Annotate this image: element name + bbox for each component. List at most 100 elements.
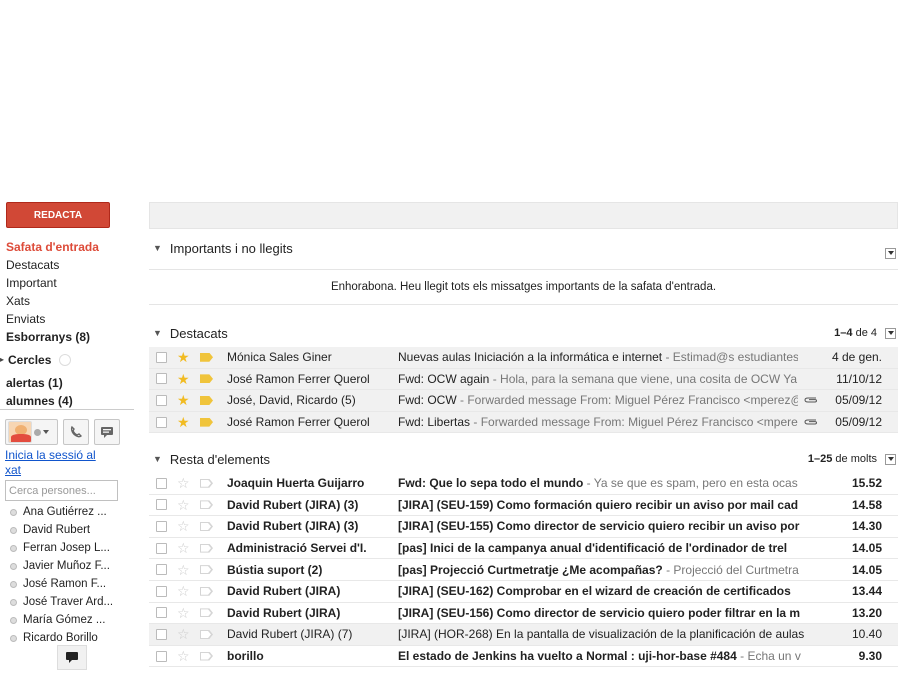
- message-sender: José, David, Ricardo (5): [227, 393, 356, 408]
- important-marker-icon[interactable]: [200, 651, 213, 661]
- table-row[interactable]: ☆ David Rubert (JIRA) (7) [JIRA] (HOR-26…: [149, 624, 898, 646]
- contact-item[interactable]: Ana Gutiérrez ...: [10, 503, 135, 521]
- video-chat-button[interactable]: [94, 419, 120, 445]
- search-people-input[interactable]: [5, 480, 118, 501]
- table-row[interactable]: ★ Mónica Sales Giner Nuevas aulas Inicia…: [149, 347, 898, 369]
- phone-call-button[interactable]: [63, 419, 89, 445]
- table-row[interactable]: ☆ borillo El estado de Jenkins ha vuelto…: [149, 645, 898, 668]
- star-icon[interactable]: ☆: [177, 584, 191, 598]
- table-row[interactable]: ☆ Bústia suport (2) [pas] Projecció Curt…: [149, 559, 898, 581]
- message-date: 14.58: [851, 497, 882, 512]
- row-checkbox[interactable]: [156, 650, 167, 662]
- nav-item-chats[interactable]: Xats: [6, 292, 141, 310]
- table-row[interactable]: ☆ David Rubert (JIRA) [JIRA] (SEU-156) C…: [149, 602, 898, 625]
- message-sender: borillo: [227, 649, 264, 664]
- row-checkbox[interactable]: [156, 520, 167, 532]
- important-marker-icon[interactable]: [200, 608, 213, 618]
- nav-item-important[interactable]: Important: [6, 274, 141, 292]
- nav-item-inbox[interactable]: Safata d'entrada: [6, 238, 141, 256]
- message-sender: Administració Servei d'I.: [227, 541, 367, 556]
- contact-item[interactable]: José Ramon F...: [10, 575, 135, 593]
- table-row[interactable]: ★ José, David, Ricardo (5) Fwd: OCW - Fo…: [149, 390, 898, 412]
- row-checkbox[interactable]: [156, 394, 167, 406]
- section-options-button[interactable]: [885, 247, 896, 259]
- row-checkbox[interactable]: [156, 607, 167, 619]
- label-item-alumnes[interactable]: alumnes (4): [6, 392, 73, 410]
- important-marker-icon[interactable]: [200, 417, 213, 427]
- table-row[interactable]: ☆ David Rubert (JIRA) (3) [JIRA] (SEU-15…: [149, 516, 898, 538]
- message-subject: [pas] Inici de la campanya anual d'ident…: [398, 541, 788, 556]
- row-checkbox[interactable]: [156, 351, 167, 363]
- contact-item[interactable]: Javier Muñoz F...: [10, 557, 135, 575]
- nav-item-sent[interactable]: Enviats: [6, 310, 141, 328]
- table-row[interactable]: ★ José Ramon Ferrer Querol Fwd: OCW agai…: [149, 368, 898, 391]
- important-marker-icon[interactable]: [200, 629, 213, 639]
- table-row[interactable]: ☆ Joaquin Huerta Guijarro Fwd: Que lo se…: [149, 473, 898, 495]
- row-checkbox[interactable]: [156, 477, 167, 489]
- row-checkbox[interactable]: [156, 373, 167, 385]
- table-row[interactable]: ☆ David Rubert (JIRA) [JIRA] (SEU-162) C…: [149, 580, 898, 603]
- section-important-header[interactable]: ▼ Importants i no llegits: [149, 236, 898, 260]
- nav-item-starred[interactable]: Destacats: [6, 256, 141, 274]
- row-checkbox[interactable]: [156, 499, 167, 511]
- row-checkbox[interactable]: [156, 628, 167, 640]
- important-marker-icon[interactable]: [200, 500, 213, 510]
- star-icon[interactable]: ☆: [177, 541, 191, 555]
- sidebar-nav: Safata d'entrada Destacats Important Xat…: [6, 238, 141, 346]
- row-checkbox[interactable]: [156, 542, 167, 554]
- label-item-alertas[interactable]: alertas (1): [6, 374, 73, 392]
- row-checkbox[interactable]: [156, 564, 167, 576]
- offline-status-icon: [10, 526, 17, 534]
- section-starred-header[interactable]: ▼ Destacats 1–4 de 4: [149, 321, 898, 345]
- chat-status-button[interactable]: [5, 419, 58, 445]
- star-icon[interactable]: ☆: [177, 498, 191, 512]
- section-options-button[interactable]: [885, 327, 896, 339]
- count-range: 1–4: [834, 327, 853, 339]
- offline-status-icon: [10, 598, 17, 606]
- contact-item[interactable]: María Gómez ...: [10, 611, 135, 629]
- message-date: 13.44: [851, 584, 882, 599]
- message-subject: [JIRA] (SEU-162) Comprobar en el wizard …: [398, 584, 791, 599]
- chat-roster-button[interactable]: [57, 645, 87, 670]
- important-marker-icon[interactable]: [200, 521, 213, 531]
- star-icon[interactable]: ☆: [177, 627, 191, 641]
- contact-item[interactable]: Ricardo Borillo: [10, 629, 135, 643]
- contact-item[interactable]: David Rubert: [10, 521, 135, 539]
- important-marker-icon[interactable]: [200, 586, 213, 596]
- compose-button[interactable]: REDACTA: [6, 202, 110, 228]
- star-icon[interactable]: ☆: [177, 476, 191, 490]
- message-snippet: - Forwarded message From: Miguel Pérez F…: [470, 415, 798, 430]
- chat-signin-link[interactable]: Inicia la sessió al xat: [5, 448, 115, 478]
- important-marker-icon[interactable]: [200, 352, 213, 362]
- count-total: de molts: [835, 453, 877, 465]
- message-subject: [JIRA] (SEU-156) Como director de servic…: [398, 605, 801, 620]
- important-marker-icon[interactable]: [200, 565, 213, 575]
- important-marker-icon[interactable]: [200, 478, 213, 488]
- table-row[interactable]: ☆ David Rubert (JIRA) (3) [JIRA] (SEU-15…: [149, 494, 898, 517]
- message-subject-line: [pas] Projecció Curtmetratje ¿Me acompañ…: [398, 563, 820, 577]
- nav-item-drafts[interactable]: Esborranys (8): [6, 328, 141, 346]
- star-icon[interactable]: ☆: [177, 563, 191, 577]
- contact-name: María Gómez ...: [23, 614, 106, 626]
- row-checkbox[interactable]: [156, 416, 167, 428]
- important-marker-icon[interactable]: [200, 374, 213, 384]
- section-rest-header[interactable]: ▼ Resta d'elements 1–25 de molts: [149, 447, 898, 471]
- circles-toggle[interactable]: ▸ Cercles: [0, 351, 72, 369]
- table-row[interactable]: ★ José Ramon Ferrer Querol Fwd: Libertas…: [149, 411, 898, 434]
- star-icon[interactable]: ☆: [177, 519, 191, 533]
- important-marker-icon[interactable]: [200, 395, 213, 405]
- section-options-button[interactable]: [885, 453, 896, 465]
- contact-item[interactable]: José Traver Ard...: [10, 593, 135, 611]
- contact-item[interactable]: Ferran Josep L...: [10, 539, 135, 557]
- star-icon[interactable]: ★: [177, 415, 191, 429]
- star-icon[interactable]: ★: [177, 350, 191, 364]
- important-marker-icon[interactable]: [200, 543, 213, 553]
- star-icon[interactable]: ★: [177, 372, 191, 386]
- row-checkbox[interactable]: [156, 585, 167, 597]
- star-icon[interactable]: ☆: [177, 606, 191, 620]
- section-count: 1–4 de 4: [834, 327, 877, 339]
- star-icon[interactable]: ★: [177, 393, 191, 407]
- star-icon[interactable]: ☆: [177, 649, 191, 663]
- contact-name: Javier Muñoz F...: [23, 560, 110, 572]
- table-row[interactable]: ☆ Administració Servei d'I. [pas] Inici …: [149, 537, 898, 560]
